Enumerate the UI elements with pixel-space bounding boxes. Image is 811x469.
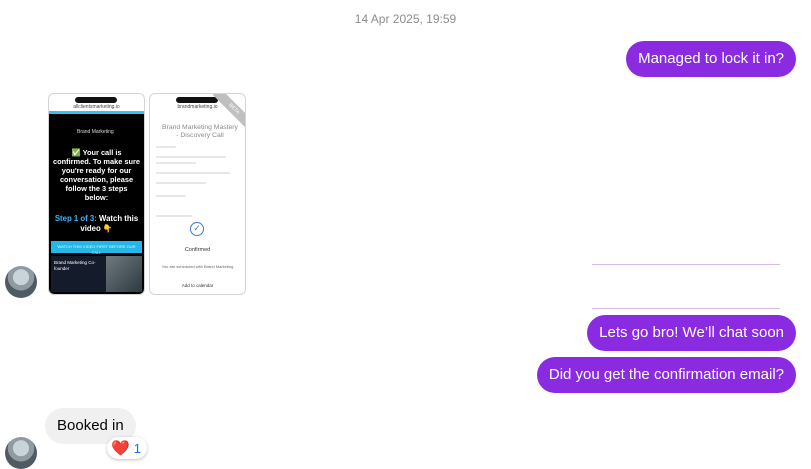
outgoing-message[interactable]: Managed to lock it in? (626, 41, 796, 77)
video-caption: Brand Marketing Co-founder (54, 260, 96, 271)
divider-line (592, 308, 780, 309)
divider-line (592, 264, 780, 265)
phone-notch (176, 97, 218, 103)
attachment-url: allclientsmarketing.io (73, 104, 120, 110)
image-attachment-booking[interactable]: brandmarketing.io BETA Brand Marketing M… (149, 93, 246, 295)
confirmed-label: Confirmed (184, 247, 211, 253)
contact-avatar[interactable] (5, 266, 37, 298)
detail-line (156, 182, 206, 184)
heart-icon: ❤️ (111, 439, 130, 457)
step-text: Step 1 of 3: Watch this video 👇 (52, 214, 141, 234)
image-attachment-confirmation[interactable]: allclientsmarketing.io Brand Marketing ✅… (48, 93, 145, 295)
add-calendar-text: Add to calendar (181, 283, 214, 288)
detail-line (156, 172, 230, 174)
brand-logo-text: Brand Marketing (77, 129, 114, 135)
detail-line (156, 195, 186, 197)
outgoing-message[interactable]: Did you get the confirmation email? (536, 357, 796, 393)
contact-avatar[interactable] (5, 437, 37, 469)
video-cta-text: WATCH THIS VIDEO FIRST BEFORE OUR CALL (57, 244, 136, 255)
confirmation-text: ✅ Your call is confirmed. To make sure y… (53, 148, 140, 202)
video-person-image (106, 256, 142, 292)
video-thumbnail: Brand Marketing Co-founder (51, 256, 142, 292)
video-cta-bar: WATCH THIS VIDEO FIRST BEFORE OUR CALL (51, 241, 142, 255)
detail-line (156, 146, 176, 148)
step-label: Step 1 of 3: (54, 214, 97, 223)
check-circle-icon: ✓ (190, 222, 204, 236)
booking-title: Brand Marketing Mastery - Discovery Call (162, 124, 238, 139)
message-timestamp: 14 Apr 2025, 19:59 (354, 12, 457, 26)
scheduled-text: You are scheduled with Brand Marketing (161, 264, 234, 269)
detail-line (156, 215, 192, 217)
outgoing-message[interactable]: Lets go bro! We’ll chat soon (587, 315, 796, 351)
phone-notch (75, 97, 117, 103)
detail-line (156, 156, 226, 158)
reaction-badge[interactable]: ❤️ 1 (107, 437, 147, 459)
detail-line (156, 162, 196, 164)
reaction-count: 1 (133, 440, 141, 456)
